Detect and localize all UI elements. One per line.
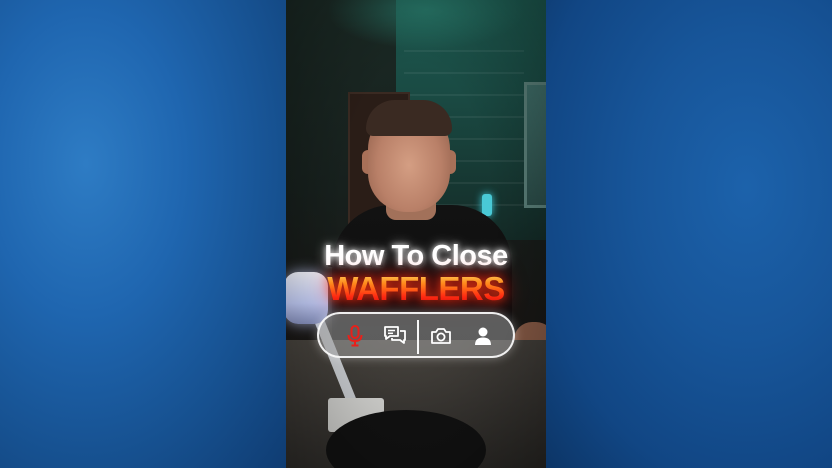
overlay-toolbar xyxy=(317,312,515,358)
chat-bubbles-icon xyxy=(384,326,406,344)
caption-line-1: How To Close xyxy=(324,240,508,272)
profile-button[interactable] xyxy=(469,322,497,350)
microphone-icon xyxy=(347,325,363,347)
blurred-background-right xyxy=(546,0,832,468)
toolbar-divider xyxy=(417,320,419,354)
video-vignette xyxy=(286,0,546,468)
chat-button[interactable] xyxy=(381,322,409,350)
blurred-background-left xyxy=(0,0,286,468)
microphone-button[interactable] xyxy=(341,322,369,350)
caption-line-2: WAFFLERS xyxy=(286,270,546,308)
reel-stage: How To Close WAFFLERS xyxy=(0,0,832,468)
camera-icon xyxy=(431,328,451,344)
video-frame[interactable]: How To Close WAFFLERS xyxy=(286,0,546,468)
camera-button[interactable] xyxy=(427,322,455,350)
user-icon xyxy=(475,327,491,345)
